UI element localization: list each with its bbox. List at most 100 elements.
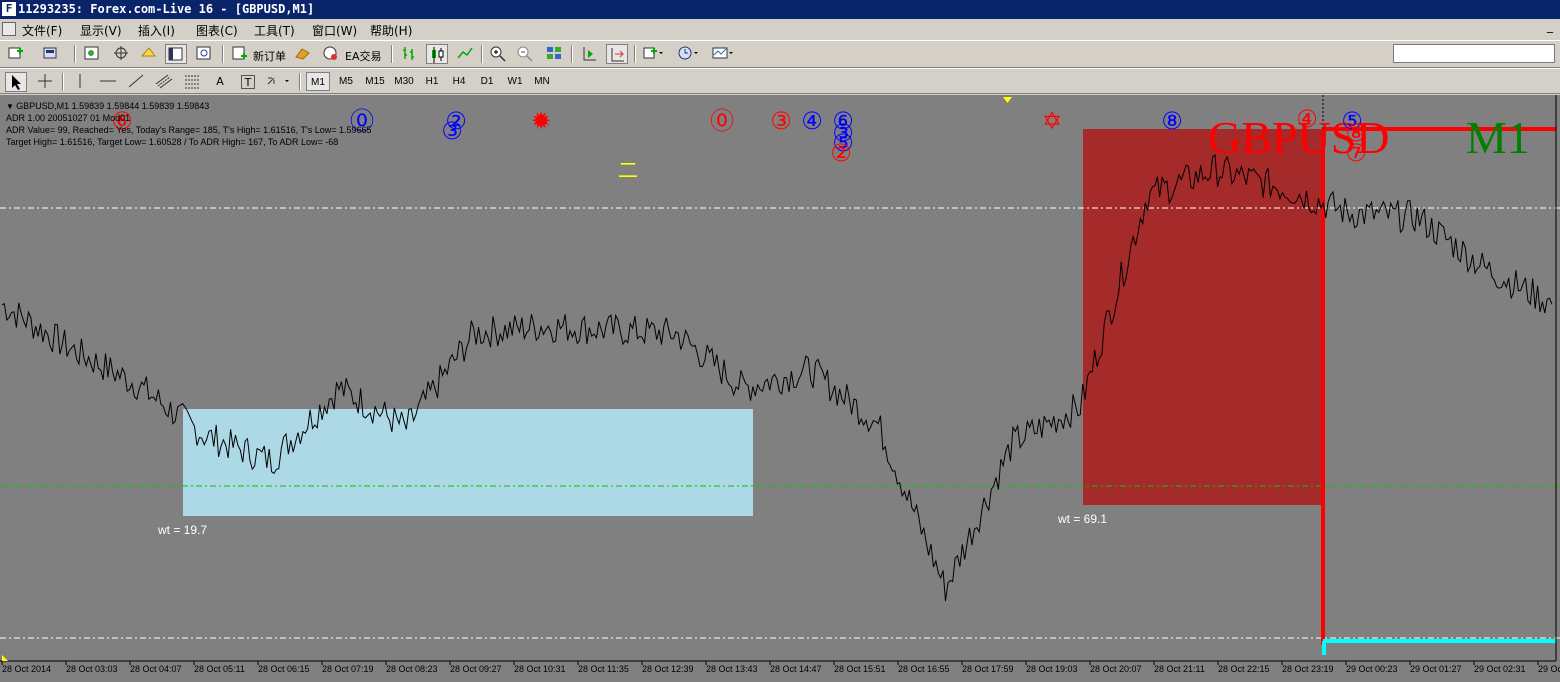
navigator-icon[interactable] [138, 44, 160, 64]
timeframe-m15[interactable]: M15 [362, 72, 388, 91]
profiles-icon[interactable] [40, 44, 62, 64]
time-axis-label: 28 Oct 08:23 [386, 664, 438, 674]
periods-icon[interactable] [676, 44, 698, 64]
new-chart-icon[interactable] [5, 44, 27, 64]
text-tool-icon[interactable]: A [209, 72, 231, 92]
chart-symbol-info: ▼ GBPUSD,M1 1.59839 1.59844 1.59839 1.59… [6, 101, 210, 111]
equidistant-channel-icon[interactable] [153, 72, 175, 92]
time-axis-label: 28 Oct 23:19 [1282, 664, 1334, 674]
time-axis-label: 28 Oct 19:03 [1026, 664, 1078, 674]
timeframe-w1[interactable]: W1 [503, 72, 527, 91]
time-axis-label: 28 Oct 10:31 [514, 664, 566, 674]
expert-advisors-icon[interactable] [320, 44, 342, 64]
time-axis-label: 28 Oct 07:19 [322, 664, 374, 674]
menu-file[interactable]: 文件(F) [22, 22, 62, 39]
auto-scroll-icon[interactable] [606, 44, 628, 64]
timeframe-m5[interactable]: M5 [334, 72, 358, 91]
overlay-timeframe: M1 [1466, 112, 1530, 163]
tile-windows-icon[interactable] [543, 44, 565, 64]
time-axis-label: 29 Oct [1538, 664, 1560, 674]
timeframe-h4[interactable]: H4 [447, 72, 471, 91]
timeframe-mn[interactable]: MN [530, 72, 554, 91]
time-axis-label: 29 Oct 02:31 [1474, 664, 1526, 674]
time-axis-label: 28 Oct 14:47 [770, 664, 822, 674]
new-order-label[interactable]: 新订单 [253, 48, 286, 64]
chart-marker: ② [830, 139, 852, 167]
line-chart-icon[interactable] [454, 44, 476, 64]
time-axis-label: 28 Oct 03:03 [66, 664, 118, 674]
time-axis-label: 28 Oct 09:27 [450, 664, 502, 674]
zoom-in-icon[interactable] [487, 44, 509, 64]
chart-marker: ⑦ [1345, 139, 1367, 167]
search-input[interactable] [1393, 44, 1555, 63]
crosshair-icon[interactable] [34, 72, 56, 92]
wt-left-label: wt = 19.7 [157, 523, 207, 537]
time-axis-label: 28 Oct 2014 [2, 664, 51, 674]
time-axis-label: 28 Oct 21:11 [1154, 664, 1205, 674]
chart-marker: ✹ [531, 107, 551, 135]
range-box-left [183, 409, 753, 516]
chart-marker: ✡ [1042, 107, 1062, 135]
chart-window-icon[interactable] [2, 22, 16, 36]
candlestick-chart-icon[interactable] [426, 44, 448, 64]
meta-editor-icon[interactable] [292, 44, 314, 64]
chart-shift-icon[interactable] [578, 44, 600, 64]
menu-tools[interactable]: 工具(T) [254, 22, 295, 39]
time-axis-label: 28 Oct 05:11 [194, 664, 245, 674]
chart-marker: ⑧ [1161, 107, 1183, 135]
ea-label[interactable]: EA交易 [345, 48, 381, 64]
menu-window[interactable]: 窗口(W) [312, 22, 357, 39]
menu-help[interactable]: 帮助(H) [370, 22, 412, 39]
text-label-tool-icon[interactable]: T [241, 75, 255, 89]
dropdown-arrow-icon: ▼ [6, 102, 17, 111]
menu-view[interactable]: 显示(V) [80, 22, 122, 39]
new-order-icon[interactable] [229, 44, 251, 64]
strategy-tester-icon[interactable] [193, 44, 215, 64]
bar-chart-icon[interactable] [398, 44, 420, 64]
chart-marker: ⓪ [710, 107, 734, 135]
horizontal-line-icon[interactable] [97, 72, 119, 92]
chart-marker: ④ [1296, 105, 1318, 133]
cursor-icon[interactable] [5, 72, 27, 92]
zoom-out-icon[interactable] [514, 44, 536, 64]
market-watch-icon[interactable] [81, 44, 103, 64]
adr-values-info: ADR Value= 99, Reached= Yes, Today's Ran… [6, 125, 372, 135]
menu-charts[interactable]: 图表(C) [196, 22, 238, 39]
mdi-minimize-button[interactable]: _ [1547, 19, 1553, 33]
timeframe-m1[interactable]: M1 [306, 72, 330, 91]
timeframe-m30[interactable]: M30 [391, 72, 417, 91]
menu-insert[interactable]: 插入(I) [138, 22, 175, 39]
timeframe-h1[interactable]: H1 [420, 72, 444, 91]
chart-marker: ③ [441, 117, 463, 145]
title-bar: F 11293235: Forex.com-Live 16 - [GBPUSD,… [0, 0, 1560, 19]
fibonacci-icon[interactable] [181, 72, 203, 92]
time-axis-label: 28 Oct 11:35 [578, 664, 629, 674]
time-axis-label: 29 Oct 00:23 [1346, 664, 1398, 674]
time-axis-label: 28 Oct 04:07 [130, 664, 182, 674]
time-axis-label: 28 Oct 20:07 [1090, 664, 1142, 674]
window-title: 11293235: Forex.com-Live 16 - [GBPUSD,M1… [18, 2, 315, 16]
standard-toolbar: 新订单 EA交易 [0, 40, 1560, 68]
timeframe-d1[interactable]: D1 [475, 72, 499, 91]
targets-info: Target High= 1.61516, Target Low= 1.6052… [6, 137, 339, 147]
adr-info: ADR 1.00 20051027 01 Mod01 [6, 113, 131, 123]
wt-right-label: wt = 69.1 [1057, 512, 1107, 526]
chart-marker: ③ [770, 107, 792, 135]
line-studies-toolbar: A T M1 M5 M15 M30 H1 H4 D1 W1 MN [0, 68, 1560, 94]
app-icon: F [2, 2, 16, 16]
arrows-tool-icon[interactable] [265, 72, 293, 92]
chart-marker: ④ [801, 107, 823, 135]
time-axis-label: 28 Oct 12:39 [642, 664, 694, 674]
vertical-line-icon[interactable] [69, 72, 91, 92]
menu-bar: 文件(F) 显示(V) 插入(I) 图表(C) 工具(T) 窗口(W) 帮助(H… [0, 19, 1560, 40]
chinese-char-label: 二 [618, 158, 638, 182]
indicators-list-icon[interactable] [641, 44, 663, 64]
terminal-icon[interactable] [165, 44, 187, 64]
time-axis-label: 28 Oct 13:43 [706, 664, 758, 674]
price-chart[interactable]: GBPUSD M1 wt = 19.7 wt = 69.1 二 ⑥ ⓪ ②③ ✹ ⓪ ③ ④… [0, 95, 1560, 682]
data-window-icon[interactable] [110, 44, 132, 64]
time-axis-label: 28 Oct 16:55 [898, 664, 950, 674]
templates-icon[interactable] [711, 44, 733, 64]
trendline-icon[interactable] [125, 72, 147, 92]
chart-window[interactable]: GBPUSD M1 wt = 19.7 wt = 69.1 二 ⑥ ⓪ ② ③ ✹ ⓪ ③ ④… [0, 95, 1560, 682]
